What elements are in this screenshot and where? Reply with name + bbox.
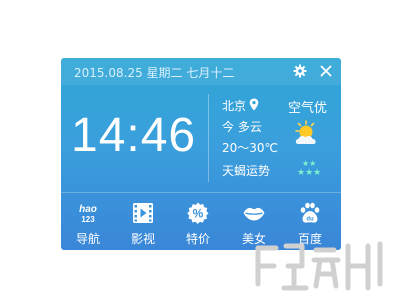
horoscope-stars-bottom: ★★★ [297, 168, 322, 178]
hao123-icon: hao 123 [79, 204, 97, 224]
weather-widget: 2015.08.25 星期二 七月十二 14:46 北京 空气优 今 多云 20… [61, 58, 341, 250]
date-text: 2015.08.25 星期二 七月十二 [74, 66, 235, 80]
cloud-sun-icon [295, 120, 316, 144]
clock-time: 14:46 [71, 109, 197, 162]
watermark-logo-icon [255, 241, 383, 291]
horoscope-link[interactable]: 天蝎运势 [222, 162, 270, 179]
film-icon [133, 203, 153, 223]
air-quality: 空气优 [288, 101, 328, 116]
title-bar: 2015.08.25 星期二 七月十二 [61, 58, 341, 85]
close-icon[interactable] [319, 64, 333, 78]
nav-label: 导航 [75, 232, 100, 246]
nav-label: 特价 [185, 232, 210, 246]
divider [208, 94, 209, 182]
city-name[interactable]: 北京 [222, 97, 246, 114]
percent-icon: % [187, 202, 209, 224]
nav-item-tejia[interactable]: % 特价 [173, 198, 223, 248]
nav-item-yingshi[interactable]: 影视 [118, 198, 168, 248]
nav-label: 影视 [130, 232, 155, 246]
nav-separator [61, 192, 341, 193]
today-forecast: 今 多云 [222, 120, 262, 134]
temperature-range: 20～30℃ [222, 141, 279, 155]
svg-text:%: % [193, 207, 204, 221]
svg-text:du: du [306, 217, 314, 223]
baidu-paw-icon: du [300, 202, 320, 223]
svg-text:hao: hao [79, 204, 97, 215]
svg-text:123: 123 [81, 215, 95, 224]
location-pin-icon [249, 98, 259, 111]
lips-icon [243, 207, 265, 221]
gear-icon[interactable] [293, 64, 307, 78]
horoscope-stars-top: ★★ [302, 159, 317, 168]
nav-item-daohang[interactable]: hao 123 导航 [63, 198, 113, 248]
